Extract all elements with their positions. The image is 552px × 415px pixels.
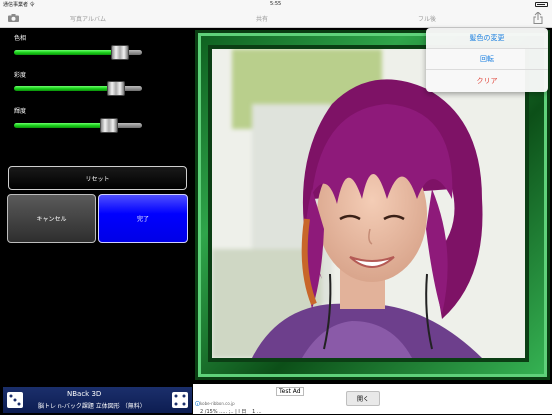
- adjustment-panel: 色相 彩度 輝度 リセット キャンセル 完了: [0, 28, 193, 384]
- edited-photo[interactable]: [208, 45, 529, 362]
- saturation-label: 彩度: [14, 72, 27, 79]
- battery-icon: [535, 2, 548, 7]
- done-button[interactable]: 完了: [98, 194, 188, 243]
- action-menu: 髪色の変更 回転 クリア: [426, 28, 548, 92]
- slider-thumb[interactable]: [100, 118, 118, 133]
- slider-thumb[interactable]: [107, 81, 125, 96]
- slider-thumb[interactable]: [111, 45, 129, 60]
- reset-button[interactable]: リセット: [8, 166, 187, 190]
- saturation-slider[interactable]: [14, 81, 142, 96]
- dice-icon: [172, 392, 188, 408]
- open-button[interactable]: 開く: [346, 391, 380, 406]
- top-toolbar: 写真アルバム 共有 フル後: [0, 9, 552, 28]
- share-icon[interactable]: [533, 12, 543, 24]
- hue-slider[interactable]: [14, 45, 142, 60]
- ad-banner-left[interactable]: NBack 3D 脳トレ n-バック課題 立体図形 （無料）: [3, 387, 192, 413]
- share-button[interactable]: 共有: [256, 14, 268, 23]
- fullscreen-button[interactable]: フル後: [418, 14, 436, 23]
- menu-item-change-hair-color[interactable]: 髪色の変更: [426, 28, 548, 49]
- portrait-photo: [212, 49, 525, 358]
- ad-subtitle: 脳トレ n-バック課題 立体図形 （無料）: [38, 403, 146, 410]
- dice-icon: [7, 392, 23, 408]
- clock: 5:55: [270, 1, 282, 7]
- camera-icon[interactable]: [8, 14, 19, 22]
- cancel-button[interactable]: キャンセル: [7, 194, 96, 243]
- hue-label: 色相: [14, 35, 27, 42]
- menu-item-rotate[interactable]: 回転: [426, 49, 548, 70]
- carrier-label: 通信事業者 令: [3, 2, 35, 8]
- slider-fill: [14, 86, 116, 91]
- brightness-label: 輝度: [14, 108, 27, 115]
- slider-fill: [14, 123, 109, 128]
- photo-album-button[interactable]: 写真アルバム: [70, 14, 106, 23]
- ad-domain: kobe-ribbon.co.jp: [200, 401, 235, 406]
- brightness-slider[interactable]: [14, 118, 142, 133]
- ad-title: NBack 3D: [67, 390, 102, 398]
- status-bar: 通信事業者 令 5:55: [0, 0, 552, 9]
- menu-item-clear[interactable]: クリア: [426, 70, 548, 91]
- test-ad-label: Test Ad: [276, 387, 304, 396]
- slider-fill: [14, 50, 120, 55]
- ad-banner-right[interactable]: Test Ad kobe-ribbon.co.jp 2 /15% ..... ;…: [193, 384, 552, 415]
